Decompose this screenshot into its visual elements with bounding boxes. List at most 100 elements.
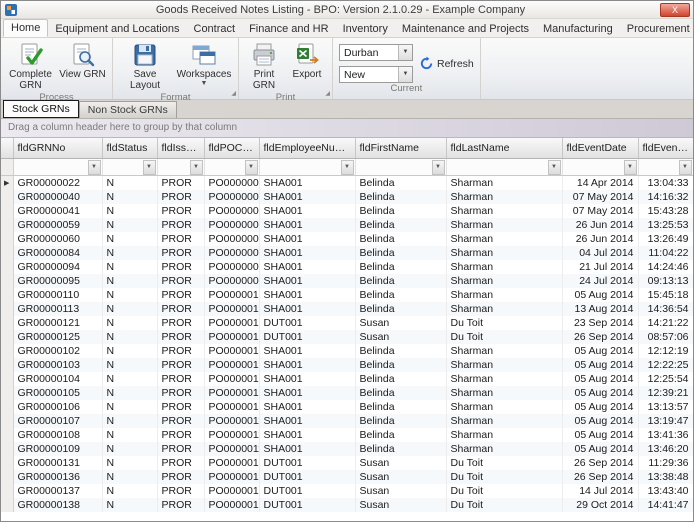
cell-fldemployeenumber[interactable]: SHA001 — [259, 274, 355, 288]
cell-fldeventtim[interactable]: 09:13:13 — [638, 274, 693, 288]
grid-row[interactable]: GR00000059NPRORPO00000056SHA001BelindaSh… — [1, 218, 693, 232]
status-combobox[interactable]: New ▼ — [339, 66, 413, 83]
cell-fldgrnno[interactable]: GR00000107 — [13, 414, 102, 428]
cell-fldpocode[interactable]: PO00000126 — [204, 302, 259, 316]
cell-fldeventtim[interactable]: 11:04:22 — [638, 246, 693, 260]
grid-row[interactable]: GR00000136NPRORPO00000129DUT001SusanDu T… — [1, 470, 693, 484]
filter-cell-fldeventdate[interactable]: ▼ — [562, 158, 638, 175]
cell-fldissuere-[interactable]: PROR — [157, 316, 204, 330]
cell-fldstatus[interactable]: N — [102, 190, 157, 204]
filter-cell-fldissuere-[interactable]: ▼ — [157, 158, 204, 175]
cell-fldpocode[interactable]: PO00000110 — [204, 428, 259, 442]
filter-dropdown-icon[interactable]: ▼ — [548, 160, 561, 175]
cell-fldissuere-[interactable]: PROR — [157, 232, 204, 246]
cell-fldgrnno[interactable]: GR00000108 — [13, 428, 102, 442]
cell-fldeventdate[interactable]: 05 Aug 2014 — [562, 414, 638, 428]
cell-fldfirstname[interactable]: Belinda — [355, 302, 446, 316]
cell-fldpocode[interactable]: PO00000129 — [204, 470, 259, 484]
grid-row[interactable]: GR00000107NPRORPO00000110SHA001BelindaSh… — [1, 414, 693, 428]
site-combobox[interactable]: Durban ▼ — [339, 44, 413, 61]
cell-fldstatus[interactable]: N — [102, 204, 157, 218]
cell-fldpocode[interactable]: PO00000106 — [204, 344, 259, 358]
cell-fldpocode[interactable]: PO00000110 — [204, 414, 259, 428]
filter-dropdown-icon[interactable]: ▼ — [190, 160, 203, 175]
grid-row[interactable]: GR00000108NPRORPO00000110SHA001BelindaSh… — [1, 428, 693, 442]
cell-fldeventdate[interactable]: 05 Aug 2014 — [562, 358, 638, 372]
cell-fldgrnno[interactable]: GR00000121 — [13, 316, 102, 330]
cell-fldstatus[interactable]: N — [102, 442, 157, 456]
cell-fldstatus[interactable]: N — [102, 288, 157, 302]
filter-dropdown-icon[interactable]: ▼ — [679, 160, 692, 175]
cell-fldlastname[interactable]: Du Toit — [446, 456, 562, 470]
grid-row[interactable]: GR00000113NPRORPO00000126SHA001BelindaSh… — [1, 302, 693, 316]
cell-fldfirstname[interactable]: Belinda — [355, 232, 446, 246]
cell-fldfirstname[interactable]: Belinda — [355, 414, 446, 428]
cell-fldlastname[interactable]: Sharman — [446, 358, 562, 372]
cell-fldpocode[interactable]: PO00000057 — [204, 232, 259, 246]
cell-fldemployeenumber[interactable]: SHA001 — [259, 302, 355, 316]
cell-fldeventtim[interactable]: 13:43:40 — [638, 484, 693, 498]
print-dialog-launcher-icon[interactable]: ◢ — [325, 91, 330, 97]
filter-dropdown-icon[interactable]: ▼ — [245, 160, 258, 175]
cell-fldeventtim[interactable]: 15:45:18 — [638, 288, 693, 302]
column-header-fldstatus[interactable]: fldStatus — [102, 138, 157, 158]
cell-fldpocode[interactable]: PO00000098 — [204, 274, 259, 288]
cell-fldstatus[interactable]: N — [102, 316, 157, 330]
cell-fldeventdate[interactable]: 05 Aug 2014 — [562, 400, 638, 414]
cell-fldpocode[interactable]: PO00000041 — [204, 190, 259, 204]
cell-fldemployeenumber[interactable]: SHA001 — [259, 218, 355, 232]
filter-cell-fldpocode[interactable]: ▼ — [204, 158, 259, 175]
cell-fldstatus[interactable]: N — [102, 414, 157, 428]
cell-fldlastname[interactable]: Sharman — [446, 372, 562, 386]
cell-fldeventdate[interactable]: 13 Aug 2014 — [562, 302, 638, 316]
cell-fldeventtim[interactable]: 14:24:46 — [638, 260, 693, 274]
cell-fldeventtim[interactable]: 11:29:36 — [638, 456, 693, 470]
cell-fldeventtim[interactable]: 13:25:53 — [638, 218, 693, 232]
cell-fldlastname[interactable]: Sharman — [446, 204, 562, 218]
cell-fldpocode[interactable]: PO00000123 — [204, 288, 259, 302]
cell-fldlastname[interactable]: Sharman — [446, 442, 562, 456]
cell-fldgrnno[interactable]: GR00000102 — [13, 344, 102, 358]
cell-fldemployeenumber[interactable]: SHA001 — [259, 246, 355, 260]
grid-row[interactable]: GR00000138NPRORPO00000150DUT001SusanDu T… — [1, 498, 693, 512]
cell-fldstatus[interactable]: N — [102, 232, 157, 246]
grid-row[interactable]: GR00000094NPRORPO00000097SHA001BelindaSh… — [1, 260, 693, 274]
grid-row[interactable]: GR00000060NPRORPO00000057SHA001BelindaSh… — [1, 232, 693, 246]
ribbon-tab-procurement[interactable]: Procurement — [620, 21, 694, 37]
cell-fldlastname[interactable]: Sharman — [446, 302, 562, 316]
grid-row[interactable]: GR00000137NPRORPO00000130DUT001SusanDu T… — [1, 484, 693, 498]
cell-fldlastname[interactable]: Du Toit — [446, 330, 562, 344]
cell-fldfirstname[interactable]: Susan — [355, 456, 446, 470]
cell-fldissuere-[interactable]: PROR — [157, 400, 204, 414]
cell-fldemployeenumber[interactable]: SHA001 — [259, 386, 355, 400]
cell-fldemployeenumber[interactable]: SHA001 — [259, 190, 355, 204]
filter-cell-fldlastname[interactable]: ▼ — [446, 158, 562, 175]
grid-row[interactable]: GR00000095NPRORPO00000098SHA001BelindaSh… — [1, 274, 693, 288]
cell-fldstatus[interactable]: N — [102, 246, 157, 260]
cell-fldissuere-[interactable]: PROR — [157, 358, 204, 372]
cell-fldissuere-[interactable]: PROR — [157, 442, 204, 456]
cell-fldpocode[interactable]: PO00000135 — [204, 316, 259, 330]
cell-fldeventdate[interactable]: 14 Jul 2014 — [562, 484, 638, 498]
cell-fldgrnno[interactable]: GR00000041 — [13, 204, 102, 218]
cell-fldpocode[interactable]: PO00000108 — [204, 372, 259, 386]
cell-fldeventtim[interactable]: 13:04:33 — [638, 175, 693, 190]
cell-fldissuere-[interactable]: PROR — [157, 498, 204, 512]
cell-fldpocode[interactable]: PO00000144 — [204, 456, 259, 470]
cell-fldissuere-[interactable]: PROR — [157, 386, 204, 400]
cell-fldeventtim[interactable]: 14:21:22 — [638, 316, 693, 330]
cell-fldfirstname[interactable]: Belinda — [355, 218, 446, 232]
cell-fldfirstname[interactable]: Belinda — [355, 358, 446, 372]
cell-fldeventtim[interactable]: 12:25:54 — [638, 372, 693, 386]
cell-fldstatus[interactable]: N — [102, 470, 157, 484]
cell-fldissuere-[interactable]: PROR — [157, 456, 204, 470]
filter-cell-fldgrnno[interactable]: ▼ — [13, 158, 102, 175]
status-combobox-arrow-icon[interactable]: ▼ — [398, 67, 412, 82]
complete-grn-button[interactable]: Complete GRN — [6, 41, 55, 92]
cell-fldgrnno[interactable]: GR00000060 — [13, 232, 102, 246]
cell-fldfirstname[interactable]: Belinda — [355, 288, 446, 302]
cell-fldeventtim[interactable]: 12:39:21 — [638, 386, 693, 400]
cell-fldlastname[interactable]: Sharman — [446, 260, 562, 274]
cell-fldeventtim[interactable]: 13:41:36 — [638, 428, 693, 442]
cell-fldemployeenumber[interactable]: DUT001 — [259, 330, 355, 344]
